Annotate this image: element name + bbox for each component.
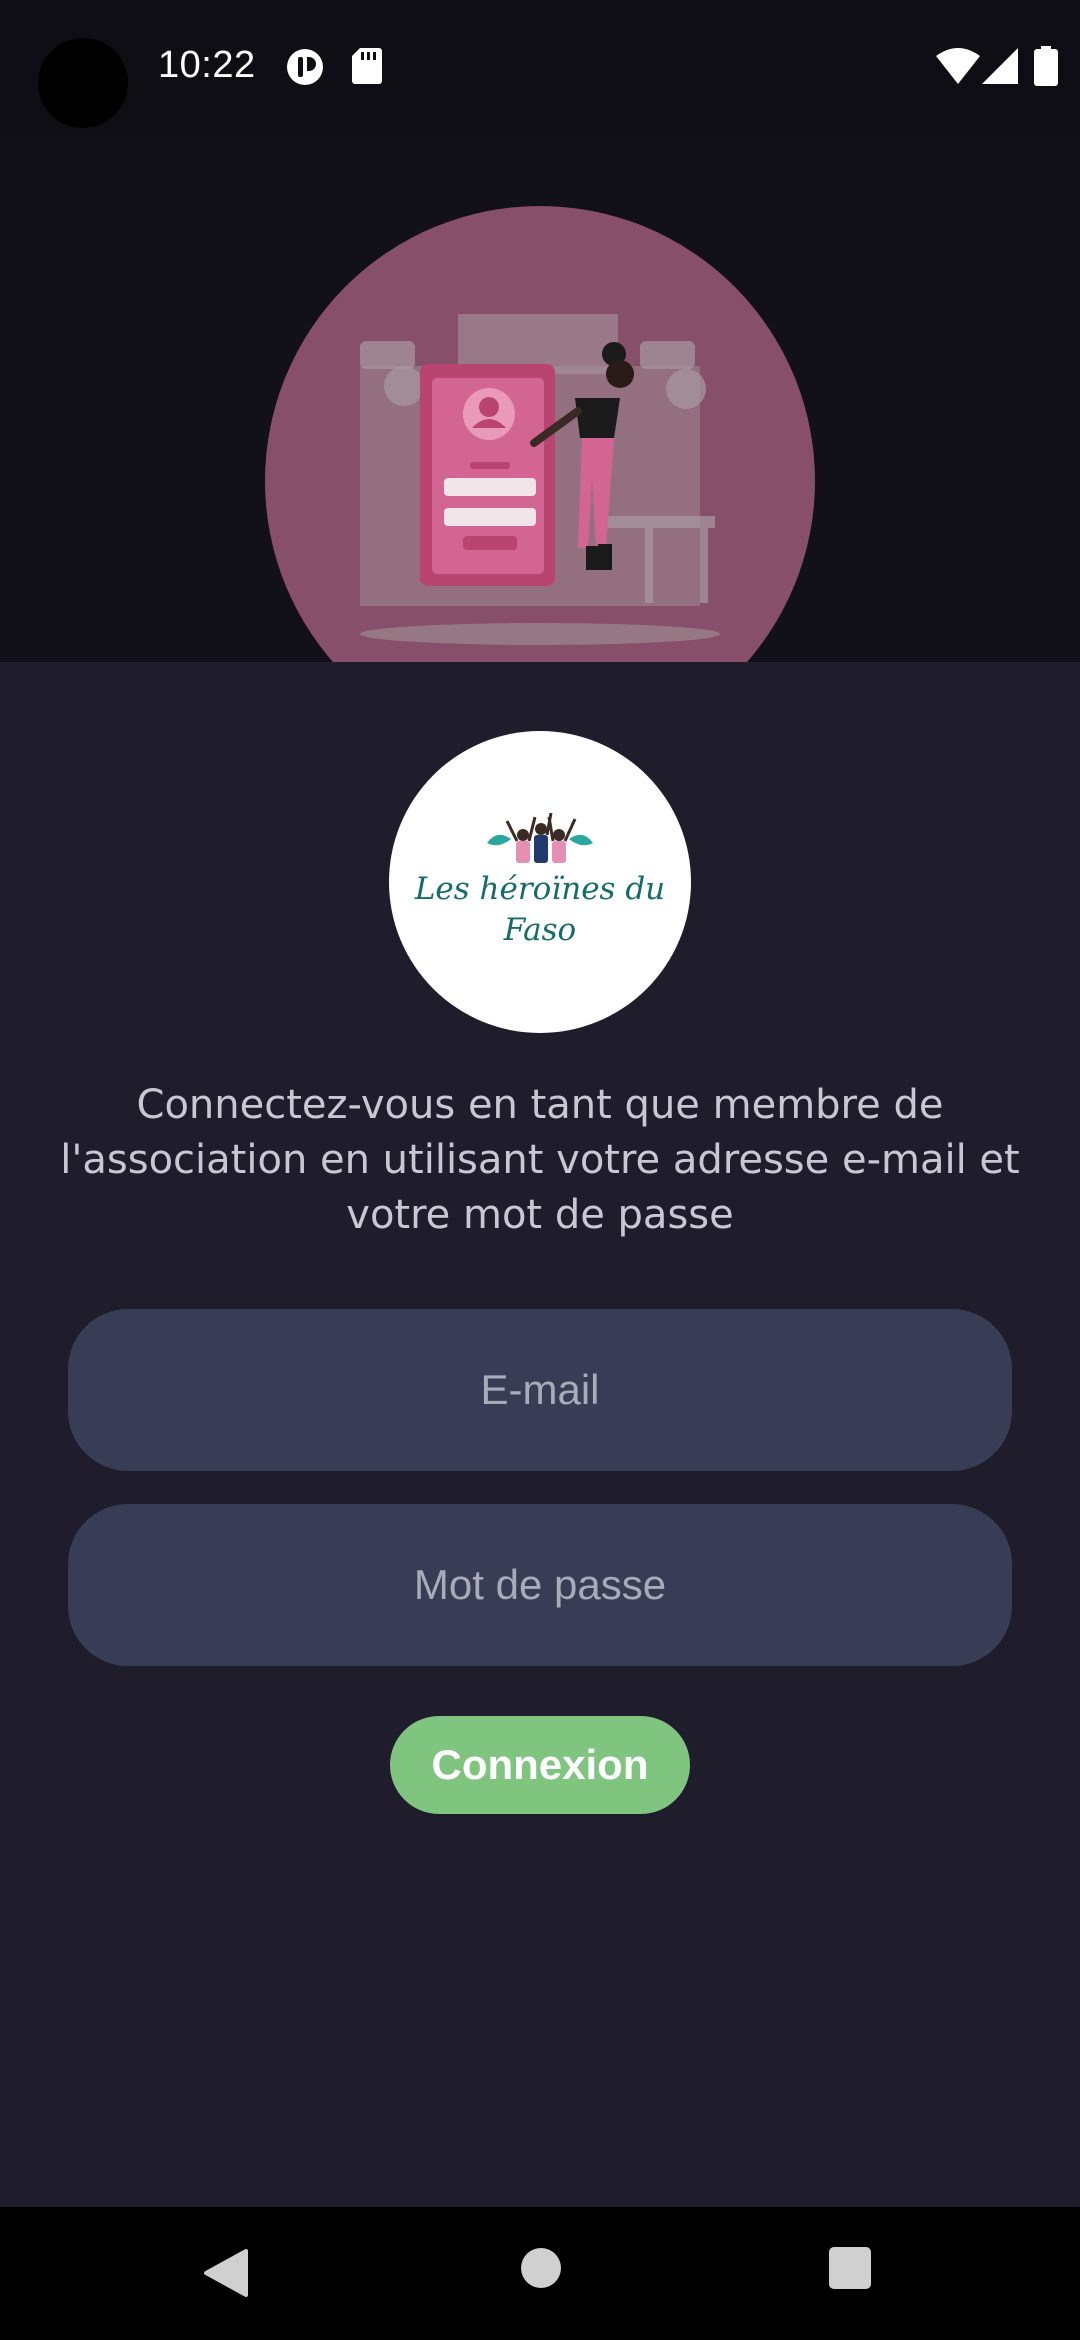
heroines-figures-icon	[487, 813, 593, 863]
hero-illustration	[0, 136, 1080, 662]
signal-icon	[982, 48, 1018, 84]
login-button[interactable]: Connexion	[390, 1716, 690, 1814]
email-field[interactable]	[68, 1309, 1012, 1471]
battery-icon	[1034, 46, 1058, 86]
system-nav-bar	[0, 2207, 1080, 2340]
status-time: 10:22	[158, 44, 256, 86]
home-icon[interactable]	[520, 2247, 562, 2289]
logo-line-2: Faso	[503, 912, 577, 948]
logo-line-1: Les héroïnes du	[414, 871, 666, 907]
back-icon[interactable]	[200, 2247, 250, 2299]
association-logo: Les héroïnes du Faso	[389, 731, 691, 1033]
logo-text: Les héroïnes du Faso	[389, 869, 691, 951]
status-bar: 10:22	[0, 0, 1080, 136]
sd-card-icon	[352, 48, 382, 84]
camera-cutout	[38, 38, 128, 128]
login-illustration	[265, 206, 815, 662]
wifi-icon	[936, 48, 980, 84]
recents-icon[interactable]	[829, 2247, 871, 2289]
alert-icon	[287, 49, 323, 85]
password-field[interactable]	[68, 1504, 1012, 1666]
login-instructions: Connectez-vous en tant que membre de l'a…	[60, 1082, 1020, 1238]
